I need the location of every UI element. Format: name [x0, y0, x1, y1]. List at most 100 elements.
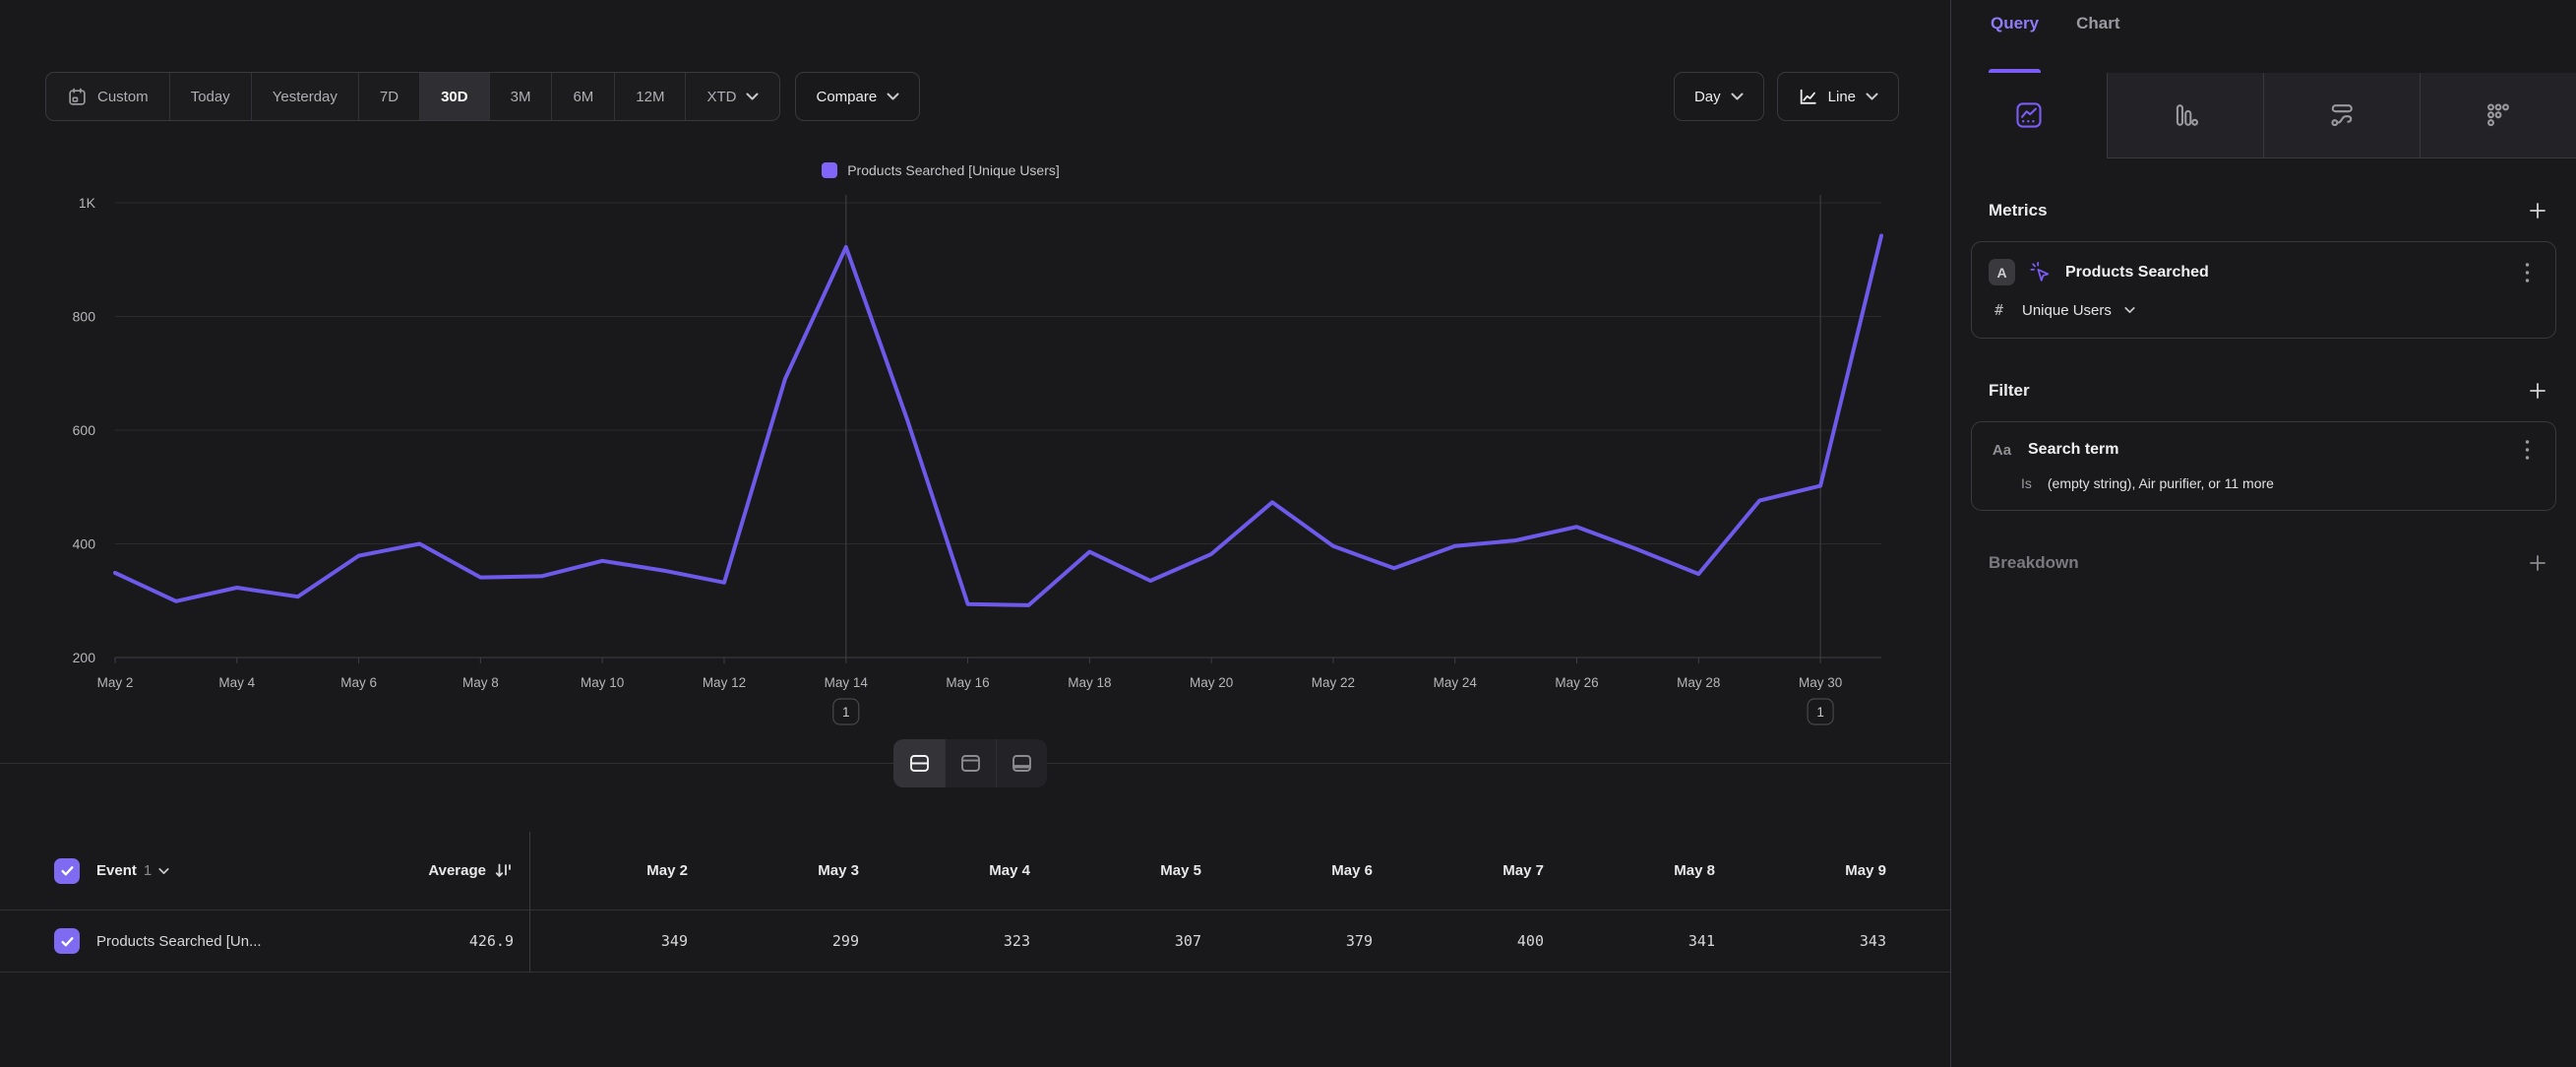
filter-card-main-row: Aa Search term — [1989, 439, 2536, 461]
average-header-cell[interactable]: Average — [384, 861, 529, 881]
flows-icon — [2327, 100, 2357, 130]
chart-type-button[interactable]: Line — [1777, 72, 1899, 121]
add-breakdown-button[interactable] — [2525, 550, 2550, 576]
filter-card[interactable]: Aa Search term Is (empty string), Air pu… — [1971, 421, 2556, 511]
range-label: 30D — [441, 89, 468, 105]
date-value-cells: 349299323307379400341343 — [529, 910, 1900, 972]
range-label: Custom — [97, 89, 149, 105]
date-column-header[interactable]: May 7 — [1386, 862, 1558, 879]
date-column-header[interactable]: May 9 — [1729, 862, 1900, 879]
filter-property-name: Search term — [2028, 441, 2505, 459]
bar-chart-icon — [2171, 100, 2200, 130]
range-label: Yesterday — [273, 89, 337, 105]
table-row: Products Searched [Un... 426.9 349299323… — [0, 910, 1950, 973]
range-today[interactable]: Today — [169, 73, 251, 120]
event-header-label: Event — [96, 862, 137, 879]
table-only-view-icon — [1010, 751, 1034, 776]
kebab-menu-icon — [2525, 439, 2530, 461]
range-xtd[interactable]: XTD — [685, 73, 779, 120]
x-axis-label: May 10 — [581, 675, 624, 690]
metric-card[interactable]: A Products Searched # — [1971, 241, 2556, 339]
view-toggle-chart-only[interactable] — [945, 739, 996, 787]
event-header[interactable]: Event 1 — [96, 862, 169, 879]
date-value-cell: 341 — [1558, 932, 1729, 950]
range-12m[interactable]: 12M — [614, 73, 685, 120]
metric-menu-button[interactable] — [2518, 262, 2536, 283]
view-toggle-table-only[interactable] — [996, 739, 1047, 787]
chart-type-tab-retention[interactable] — [2420, 73, 2576, 158]
filter-condition-row[interactable]: Is (empty string), Air purifier, or 11 m… — [2021, 475, 2536, 491]
date-column-header[interactable]: May 5 — [1044, 862, 1215, 879]
chart-type-tab-bar[interactable] — [2107, 73, 2263, 158]
compare-label: Compare — [816, 89, 877, 105]
date-value-cell: 307 — [1044, 932, 1215, 950]
x-axis-label: May 30 — [1799, 675, 1842, 690]
event-count: 1 — [144, 862, 152, 879]
x-axis-label: May 16 — [946, 675, 989, 690]
date-value-cell: 349 — [530, 932, 702, 950]
split-view-icon — [907, 751, 932, 776]
insights-report-app: Custom Today Yesterday 7D 30D 3M6M12MXTD Comp… — [0, 0, 2576, 1067]
x-axis-label: May 4 — [218, 675, 255, 690]
filter-menu-button[interactable] — [2518, 439, 2536, 461]
compare-button[interactable]: Compare — [795, 72, 920, 121]
tab-chart[interactable]: Chart — [2076, 14, 2119, 73]
layout-view-toggle — [893, 739, 1047, 787]
date-column-header[interactable]: May 2 — [530, 862, 702, 879]
date-column-header[interactable]: May 4 — [873, 862, 1044, 879]
tab-query[interactable]: Query — [1991, 14, 2039, 73]
granularity-button[interactable]: Day — [1674, 72, 1764, 121]
metric-letter-badge: A — [1989, 259, 2015, 285]
breakdown-title: Breakdown — [1989, 553, 2079, 573]
chevron-down-icon — [1866, 93, 1878, 100]
metrics-section-header: Metrics — [1989, 198, 2550, 223]
chart-type-label: Line — [1828, 89, 1856, 105]
date-header-cells: May 2May 3May 4May 5May 6May 7May 8May 9 — [529, 832, 1900, 910]
chart-toolbar: Custom Today Yesterday 7D 30D 3M6M12MXTD Comp… — [45, 72, 1899, 121]
metric-event-name: Products Searched — [2065, 264, 2505, 282]
kebab-menu-icon — [2525, 262, 2530, 283]
range-label: 7D — [380, 89, 399, 105]
range-yesterday[interactable]: Yesterday — [251, 73, 358, 120]
range-6m[interactable]: 6M — [551, 73, 614, 120]
chevron-down-icon — [887, 93, 899, 100]
metric-measure-row[interactable]: # Unique Users — [1994, 301, 2536, 319]
view-toggle-split[interactable] — [893, 739, 945, 787]
date-value-cell: 299 — [702, 932, 873, 950]
chart-type-tab-flows[interactable] — [2263, 73, 2420, 158]
table-header-row: Event 1 Average May 2May 3May 4May 5May … — [0, 832, 1950, 910]
annotation-count: 1 — [842, 705, 850, 720]
check-icon — [60, 863, 75, 878]
range-7d[interactable]: 7D — [358, 73, 419, 120]
series-line[interactable] — [115, 236, 1881, 605]
date-value-cell: 400 — [1386, 932, 1558, 950]
date-column-header[interactable]: May 8 — [1558, 862, 1729, 879]
x-axis-label: May 24 — [1434, 675, 1478, 690]
range-3m[interactable]: 3M — [489, 73, 552, 120]
add-filter-button[interactable] — [2525, 378, 2550, 404]
x-axis-label: May 8 — [462, 675, 499, 690]
event-header-cell: Event 1 — [0, 858, 384, 884]
y-axis-label: 1K — [79, 195, 96, 211]
range-custom[interactable]: Custom — [46, 73, 169, 120]
chart-type-tab-insights-line[interactable] — [1951, 73, 2107, 158]
average-value-cell: 426.9 — [384, 932, 529, 950]
date-value-cell: 379 — [1215, 932, 1386, 950]
check-icon — [60, 934, 75, 949]
event-cell: Products Searched [Un... — [0, 928, 384, 954]
line-chart-area: 1K800600400200May 2May 4May 6May 8May 10… — [0, 138, 1950, 778]
x-axis-label: May 6 — [340, 675, 377, 690]
row-event-name[interactable]: Products Searched [Un... — [96, 933, 262, 950]
date-column-header[interactable]: May 3 — [702, 862, 873, 879]
breakdown-section-header: Breakdown — [1989, 550, 2550, 576]
main-area: Custom Today Yesterday 7D 30D 3M6M12MXTD Comp… — [0, 0, 1950, 1067]
date-range-picker: Custom Today Yesterday 7D 30D 3M6M12MXTD — [45, 72, 780, 121]
sort-descending-icon — [494, 861, 514, 881]
plus-icon — [2528, 381, 2547, 401]
range-30d[interactable]: 30D — [419, 73, 489, 120]
metrics-title: Metrics — [1989, 201, 2048, 220]
row-checkbox[interactable] — [54, 928, 80, 954]
select-all-checkbox[interactable] — [54, 858, 80, 884]
add-metric-button[interactable] — [2525, 198, 2550, 223]
date-column-header[interactable]: May 6 — [1215, 862, 1386, 879]
